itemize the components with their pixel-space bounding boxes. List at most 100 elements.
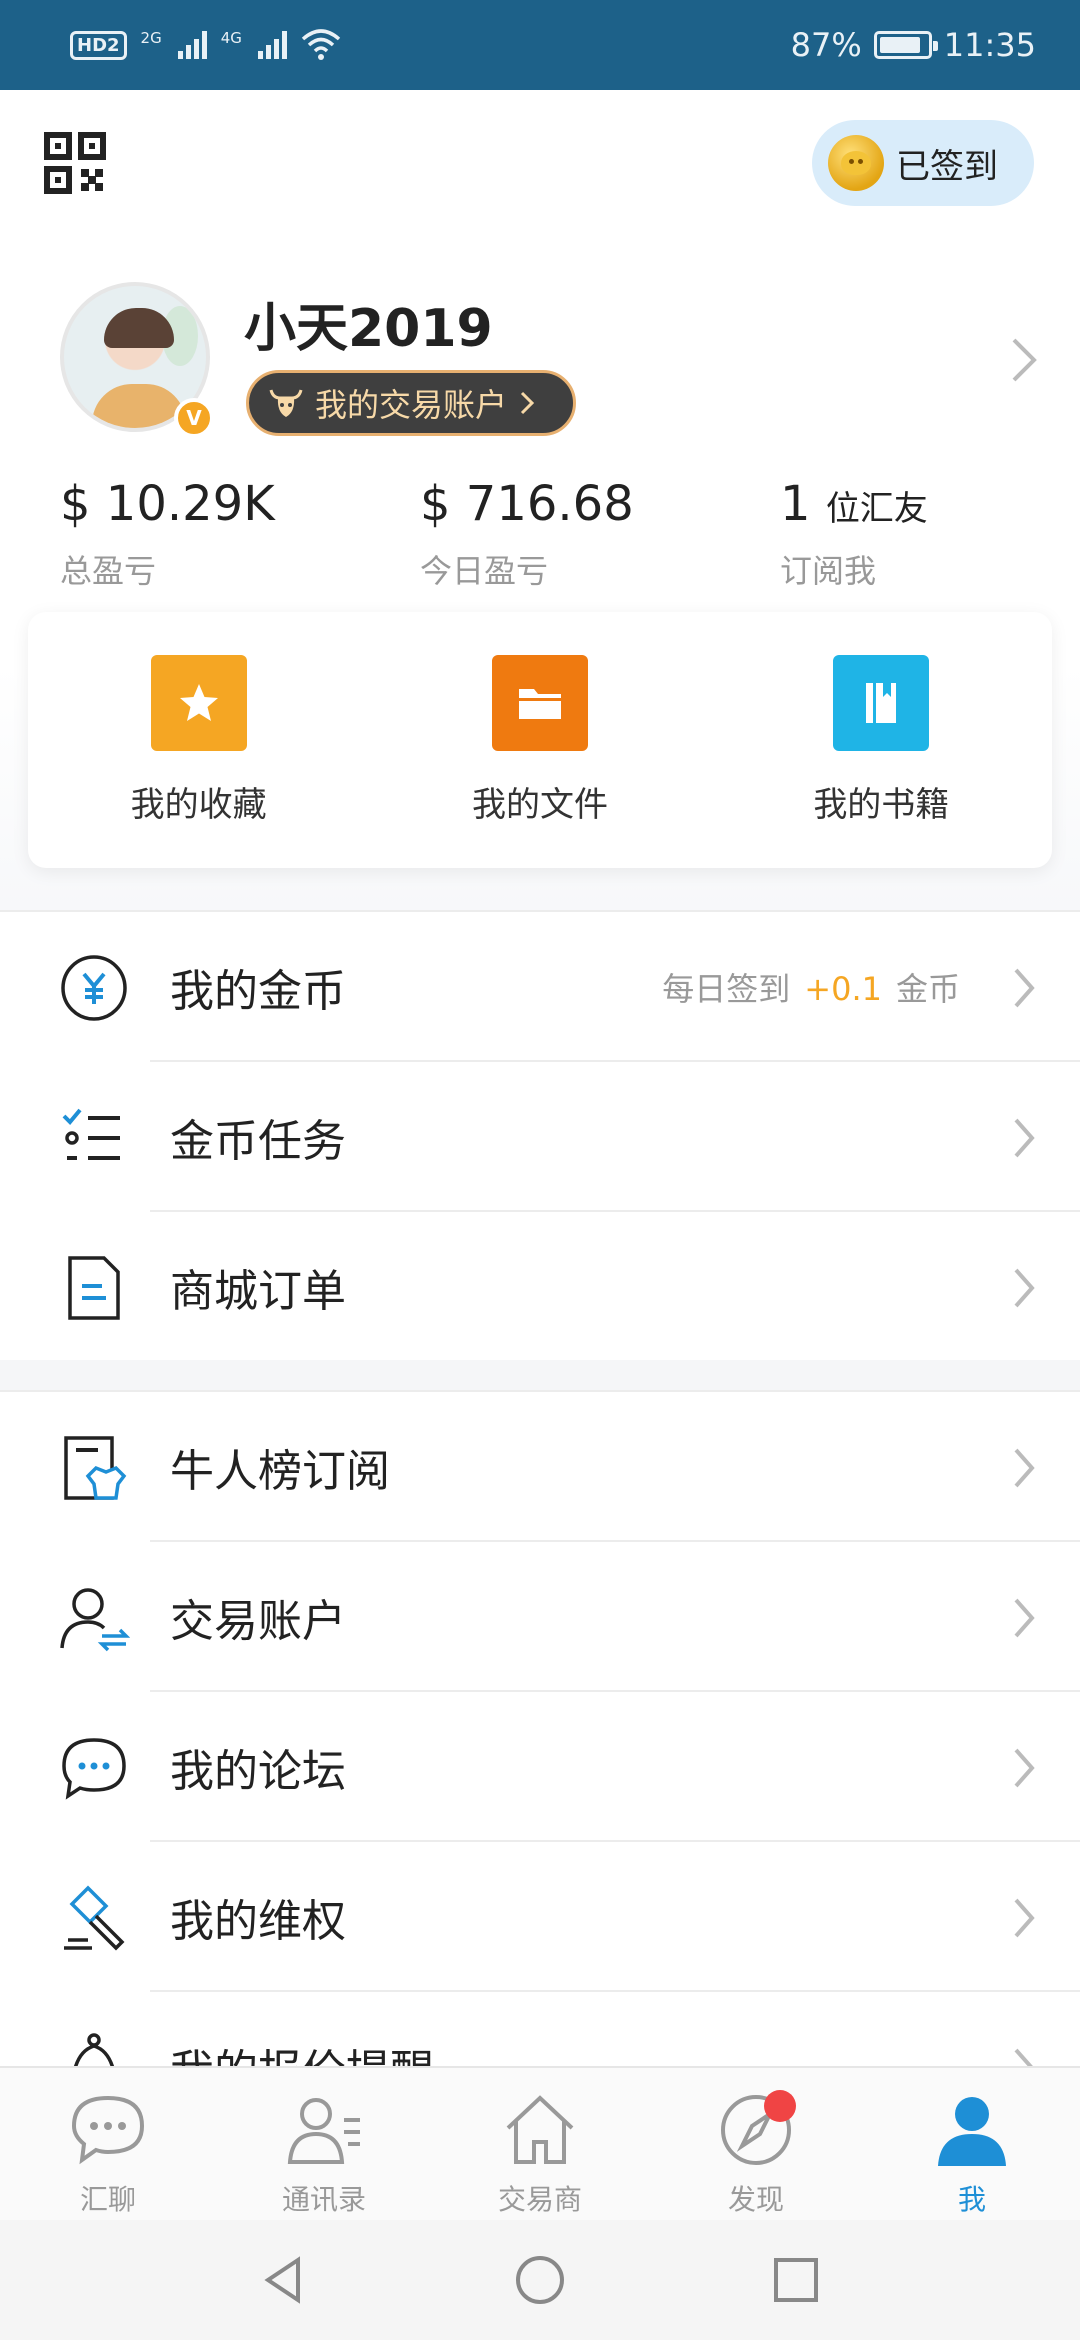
- battery-icon: [873, 31, 938, 59]
- menu-group-2: 牛人榜订阅 交易账户 我的论坛 我的维权 我的报价提醒: [0, 1390, 1080, 2066]
- person-icon: [938, 2097, 1006, 2166]
- home-icon: [506, 2095, 574, 2164]
- stat-label: 订阅我: [780, 552, 877, 590]
- back-icon[interactable]: [256, 2252, 312, 2308]
- chat-icon: [71, 2095, 145, 2165]
- chevron-right-icon: [1014, 1118, 1035, 1158]
- menu-top-traders-subscription[interactable]: 牛人榜订阅: [0, 1392, 1080, 1542]
- shortcut-label: 我的文件: [471, 784, 608, 825]
- menu-label: 我的报价提醒: [170, 2035, 434, 2066]
- menu-label: 牛人榜订阅: [170, 1446, 390, 1497]
- bottom-navigation: 汇聊 通讯录 交易商 发现 我: [0, 2066, 1080, 2220]
- clock: 11:35: [943, 26, 1036, 64]
- chevron-right-icon: [1014, 2048, 1033, 2066]
- stat-unit: 位汇友: [825, 489, 928, 529]
- system-navigation-bar: [0, 2220, 1080, 2340]
- chevron-right-icon: [1014, 968, 1035, 1008]
- shortcut-favorites[interactable]: 我的收藏: [49, 654, 349, 826]
- stat-label: 今日盈亏: [420, 552, 549, 590]
- tab-label: 通讯录: [281, 2183, 366, 2216]
- chevron-right-icon: [1014, 1598, 1035, 1638]
- status-bar: HD2 2G 4G 87% 11:35: [0, 0, 1080, 90]
- account-transfer-icon: [60, 1588, 130, 1652]
- battery-fill: [879, 37, 920, 53]
- shortcut-books[interactable]: 我的书籍: [731, 654, 1031, 826]
- tab-label: 我: [957, 2183, 986, 2216]
- stat-value: 1: [780, 476, 811, 532]
- menu-my-forum[interactable]: 我的论坛: [0, 1692, 1080, 1842]
- menu-label: 交易账户: [170, 1596, 346, 1647]
- battery-percent: 87%: [790, 26, 862, 64]
- menu-my-coins[interactable]: 我的金币 每日签到 +0.1 金币: [0, 912, 1080, 1062]
- menu-label: 商城订单: [170, 1266, 346, 1317]
- gavel-icon: [64, 1885, 125, 1951]
- signed-in-button[interactable]: 已签到: [812, 120, 1034, 206]
- tab-label: 发现: [727, 2183, 784, 2216]
- stat-value: $ 716.68: [420, 476, 634, 532]
- yuan-coin-icon: [61, 955, 127, 1021]
- task-list-icon: [62, 1108, 120, 1160]
- home-button-icon[interactable]: [512, 2252, 568, 2308]
- reward-amount: +0.1: [804, 970, 882, 1008]
- status-left: HD2 2G 4G: [70, 29, 341, 61]
- username[interactable]: 小天2019: [244, 286, 493, 361]
- chevron-right-icon: [1014, 1748, 1035, 1788]
- shortcut-label: 我的书籍: [813, 784, 950, 825]
- chevron-right-icon: [1014, 1448, 1035, 1488]
- hd-label: HD: [77, 34, 108, 56]
- tab-discover[interactable]: 发现: [648, 2068, 864, 2220]
- bull-icon: [269, 389, 303, 417]
- network-type-2: 4G: [220, 29, 242, 47]
- menu-my-rights[interactable]: 我的维权: [0, 1842, 1080, 1992]
- chat-bubble-icon: [62, 1738, 126, 1800]
- subscription-icon: [64, 1436, 127, 1500]
- verified-badge: V: [174, 398, 214, 438]
- account-pill-label: 我的交易账户: [315, 386, 508, 424]
- tab-label: 交易商: [497, 2183, 582, 2216]
- gold-coin-icon: [828, 135, 884, 191]
- tab-brokers[interactable]: 交易商: [432, 2068, 648, 2220]
- reward-suffix: 金币: [895, 970, 960, 1008]
- status-right: 87% 11:35: [791, 26, 1036, 64]
- signal-icon-2: [257, 31, 287, 59]
- alarm-bell-icon: [73, 2033, 115, 2066]
- menu-coin-tasks[interactable]: 金币任务: [0, 1062, 1080, 1212]
- chevron-right-icon: [1014, 1898, 1035, 1938]
- my-trading-account-button[interactable]: 我的交易账户: [246, 370, 576, 436]
- signed-label: 已签到: [896, 146, 998, 187]
- stat-label: 总盈亏: [60, 552, 157, 590]
- daily-checkin-reward: 每日签到 +0.1 金币: [662, 964, 960, 1010]
- menu-price-alerts[interactable]: 我的报价提醒: [0, 1992, 1080, 2066]
- menu-label: 我的维权: [170, 1896, 346, 1947]
- star-icon: [150, 654, 247, 751]
- tab-chat[interactable]: 汇聊: [0, 2068, 216, 2220]
- notification-dot: [764, 2090, 796, 2122]
- qr-code-icon[interactable]: [44, 132, 106, 194]
- profile-header: 已签到 V 小天2019 我的交易账户 $ 10.29K 总盈亏 $ 716.6…: [0, 90, 1080, 910]
- tab-label: 汇聊: [79, 2183, 136, 2216]
- recents-icon[interactable]: [768, 2252, 824, 2308]
- reward-prefix: 每日签到: [662, 970, 791, 1008]
- stat-value: $ 10.29K: [60, 476, 275, 532]
- menu-label: 我的金币: [170, 966, 346, 1017]
- contacts-icon: [287, 2098, 360, 2164]
- menu-group-1: 我的金币 每日签到 +0.1 金币 金币任务 商城订单: [0, 910, 1080, 1360]
- menu-shop-orders[interactable]: 商城订单: [0, 1212, 1080, 1362]
- shortcut-files[interactable]: 我的文件: [390, 654, 690, 826]
- tab-contacts[interactable]: 通讯录: [216, 2068, 432, 2220]
- stat-today-pnl[interactable]: $ 716.68 今日盈亏: [420, 476, 634, 592]
- wifi-icon: [301, 29, 341, 60]
- profile-chevron-icon[interactable]: [1004, 330, 1044, 390]
- book-icon: [833, 654, 930, 751]
- network-type-1: 2G: [140, 29, 162, 47]
- signal-icon-1: [177, 31, 207, 59]
- stat-total-pnl[interactable]: $ 10.29K 总盈亏: [60, 476, 275, 592]
- menu-label: 金币任务: [170, 1116, 346, 1167]
- tab-me[interactable]: 我: [864, 2068, 1080, 2220]
- shortcut-label: 我的收藏: [130, 784, 267, 825]
- shortcut-card: 我的收藏 我的文件 我的书籍: [28, 612, 1052, 868]
- menu-trading-account[interactable]: 交易账户: [0, 1542, 1080, 1692]
- stat-subscribers[interactable]: 1 位汇友 订阅我: [780, 476, 928, 592]
- order-document-icon: [68, 1256, 120, 1320]
- chevron-right-icon: [520, 391, 535, 415]
